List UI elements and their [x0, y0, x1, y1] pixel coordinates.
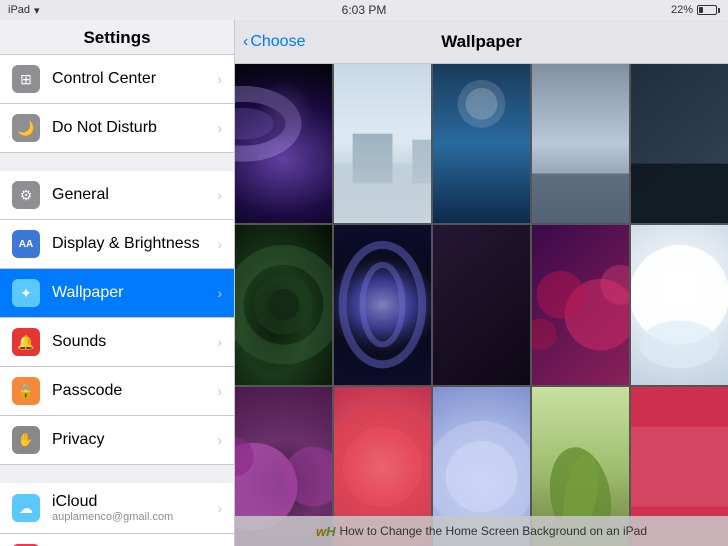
dnd-icon: 🌙 [12, 114, 40, 142]
sidebar-item-icloud[interactable]: ☁ iCloud auplamenco@gmail.com › [0, 483, 234, 534]
privacy-icon: ✋ [12, 426, 40, 454]
wallpaper-cell-6[interactable] [235, 225, 332, 384]
sidebar-label-display: Display & Brightness [52, 235, 217, 253]
wallpaper-grid: wH How to Change the Home Screen Backgro… [235, 64, 728, 546]
wallpaper-cell-9[interactable] [532, 225, 629, 384]
wallpaper-cell-5[interactable] [631, 64, 728, 223]
sidebar-header: Settings [0, 20, 234, 55]
sidebar-label-control-center: Control Center [52, 70, 217, 88]
wiki-logo: wH [316, 524, 336, 539]
sidebar-item-display[interactable]: AA Display & Brightness › [0, 220, 234, 269]
sidebar-item-dnd[interactable]: 🌙 Do Not Disturb › [0, 104, 234, 153]
wiki-h: H [326, 524, 335, 539]
sidebar-label-dnd: Do Not Disturb [52, 119, 217, 137]
wallpaper-cell-7[interactable] [334, 225, 431, 384]
general-icon: ⚙ [12, 181, 40, 209]
watermark-text: How to Change the Home Screen Background… [339, 524, 647, 538]
section-divider-2 [0, 465, 234, 483]
sidebar-label-general: General [52, 186, 217, 204]
status-right: 22% [671, 4, 720, 16]
back-label: Choose [250, 33, 305, 51]
icloud-label-group: iCloud auplamenco@gmail.com [52, 493, 217, 523]
sidebar-title: Settings [83, 28, 150, 47]
chevron-icon: › [217, 285, 222, 301]
sidebar-item-privacy[interactable]: ✋ Privacy › [0, 416, 234, 465]
chevron-icon: › [217, 432, 222, 448]
sidebar-item-general[interactable]: ⚙ General › [0, 171, 234, 220]
back-chevron-icon: ‹ [243, 33, 248, 51]
display-icon: AA [12, 230, 40, 258]
detail-title: Wallpaper [441, 32, 522, 52]
app-container: Settings ⊞ Control Center › 🌙 Do Not Dis… [0, 20, 728, 546]
back-button[interactable]: ‹ Choose [243, 33, 305, 51]
wallpaper-cell-3[interactable] [433, 64, 530, 223]
detail-panel: ‹ Choose Wallpaper [235, 20, 728, 546]
chevron-icon: › [217, 71, 222, 87]
wallpaper-cell-8[interactable] [433, 225, 530, 384]
wallpaper-cell-10[interactable] [631, 225, 728, 384]
status-time: 6:03 PM [342, 3, 387, 17]
carrier-label: iPad [8, 4, 30, 16]
sidebar-item-passcode[interactable]: 🔒 Passcode › [0, 367, 234, 416]
sidebar-label-sounds: Sounds [52, 333, 217, 351]
sidebar-item-itunes[interactable]: ♫ iTunes & App Store › [0, 534, 234, 546]
passcode-icon: 🔒 [12, 377, 40, 405]
status-bar: iPad ▾ 6:03 PM 22% [0, 0, 728, 20]
section-divider-1 [0, 153, 234, 171]
sidebar-item-sounds[interactable]: 🔔 Sounds › [0, 318, 234, 367]
chevron-icon: › [217, 187, 222, 203]
chevron-icon: › [217, 500, 222, 516]
sidebar-label-passcode: Passcode [52, 382, 217, 400]
battery-percent: 22% [671, 4, 693, 16]
wallpaper-cell-4[interactable] [532, 64, 629, 223]
wallpaper-icon: ✦ [12, 279, 40, 307]
battery-icon [697, 5, 720, 15]
wiki-w: w [316, 524, 326, 539]
chevron-icon: › [217, 383, 222, 399]
detail-header: ‹ Choose Wallpaper [235, 20, 728, 64]
sidebar: Settings ⊞ Control Center › 🌙 Do Not Dis… [0, 20, 235, 546]
wifi-icon: ▾ [34, 4, 40, 17]
sidebar-item-wallpaper[interactable]: ✦ Wallpaper › [0, 269, 234, 318]
chevron-icon: › [217, 120, 222, 136]
sidebar-label-privacy: Privacy [52, 431, 217, 449]
status-left: iPad ▾ [8, 4, 40, 17]
chevron-icon: › [217, 236, 222, 252]
sidebar-list: ⊞ Control Center › 🌙 Do Not Disturb › ⚙ … [0, 55, 234, 546]
sidebar-label-wallpaper: Wallpaper [52, 284, 217, 302]
wallpaper-cell-1[interactable] [235, 64, 332, 223]
icloud-sublabel: auplamenco@gmail.com [52, 511, 217, 523]
chevron-icon: › [217, 334, 222, 350]
sidebar-label-icloud: iCloud [52, 493, 217, 511]
watermark-bar: wH How to Change the Home Screen Backgro… [235, 516, 728, 546]
wallpaper-cell-2[interactable] [334, 64, 431, 223]
control-center-icon: ⊞ [12, 65, 40, 93]
sounds-icon: 🔔 [12, 328, 40, 356]
icloud-icon: ☁ [12, 494, 40, 522]
sidebar-item-control-center[interactable]: ⊞ Control Center › [0, 55, 234, 104]
